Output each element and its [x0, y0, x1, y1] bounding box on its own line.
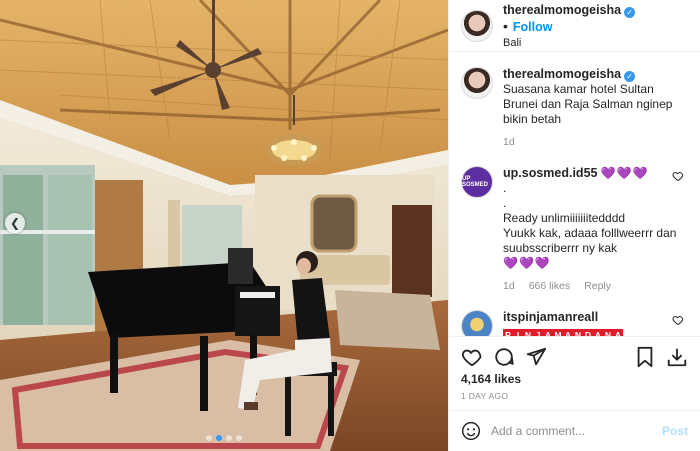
- carousel-dot: [236, 435, 242, 441]
- commenter-avatar[interactable]: UP SOSMED: [461, 166, 493, 198]
- posted-time[interactable]: 1 DAY AGO: [461, 391, 508, 401]
- comment-line: Yuukk kak, adaaa folllweerrr dan suubssc…: [503, 226, 677, 255]
- follow-button[interactable]: Follow: [513, 20, 553, 34]
- verified-badge-icon: ✓: [624, 6, 636, 18]
- author-avatar[interactable]: [461, 9, 493, 42]
- letter-tile: I: [513, 329, 523, 336]
- letter-tile: A: [593, 329, 603, 336]
- post-header: therealmomogeisha ✓ • Follow Bali: [449, 0, 700, 52]
- letter-tile: N: [523, 329, 533, 336]
- comments-list[interactable]: therealmomogeisha ✓ Suasana kamar hotel S…: [449, 53, 700, 336]
- tile-row: PINJAMANDANA: [503, 327, 678, 336]
- heart-icon[interactable]: [461, 346, 483, 368]
- header-separator: •: [503, 17, 508, 34]
- comment-item: itspinjamanreall PINJAMANDANAONLINENYAKA…: [461, 310, 688, 336]
- carousel-prev-button[interactable]: ❮: [5, 213, 25, 233]
- caption-author-avatar[interactable]: [461, 67, 493, 99]
- paper-plane-icon[interactable]: [525, 346, 547, 368]
- letter-tile: D: [583, 329, 593, 336]
- comment-line: .: [503, 181, 507, 195]
- commenter-username[interactable]: up.sosmed.id55: [503, 166, 597, 180]
- comment-line: 💜💜💜: [600, 166, 649, 180]
- comment-input[interactable]: [491, 424, 662, 438]
- letter-tile: N: [603, 329, 613, 336]
- letter-tile: M: [553, 329, 563, 336]
- letter-tile: A: [563, 329, 573, 336]
- caption-username[interactable]: therealmomogeisha: [503, 67, 621, 81]
- verified-badge-icon: ✓: [624, 71, 636, 82]
- carousel-dot: [226, 435, 232, 441]
- comment-tile-text: PINJAMANDANAONLINENYAKAKCAIRDALAM: [503, 327, 678, 336]
- letter-tile: P: [503, 329, 513, 336]
- commenter-avatar[interactable]: [461, 310, 493, 336]
- post-photo[interactable]: ❮: [0, 0, 448, 451]
- commenter-username[interactable]: itspinjamanreall: [503, 310, 598, 324]
- comment-heart-icon[interactable]: [672, 314, 684, 326]
- caption-timestamp[interactable]: 1d: [503, 135, 678, 150]
- caption-text: Suasana kamar hotel Sultan Brunei dan Ra…: [503, 82, 673, 126]
- hotel-room-photo: [0, 0, 448, 451]
- author-username[interactable]: therealmomogeisha: [503, 3, 621, 17]
- location-link[interactable]: Bali: [503, 35, 688, 51]
- add-comment-bar: Post: [449, 410, 700, 451]
- post-action-bar: [449, 336, 700, 376]
- letter-tile: J: [533, 329, 543, 336]
- comment-meta: 1d 666 likes Reply: [503, 279, 678, 294]
- post-comment-button[interactable]: Post: [662, 424, 688, 438]
- letter-tile: A: [543, 329, 553, 336]
- comment-line: Ready unlimiiiiiiitedddd: [503, 211, 626, 225]
- post-side-panel: therealmomogeisha ✓ • Follow Bali therealm…: [448, 0, 700, 451]
- letter-tile: N: [573, 329, 583, 336]
- chevron-left-icon: ❮: [9, 216, 21, 230]
- carousel-dot-active: [216, 435, 222, 441]
- comment-line: 💜💜💜: [503, 256, 551, 270]
- comment-item: UP SOSMED up.sosmed.id55 💜💜💜 . . Ready u…: [461, 166, 688, 294]
- author-meta: therealmomogeisha ✓ • Follow Bali: [503, 1, 688, 51]
- letter-tile: A: [613, 329, 623, 336]
- reply-button[interactable]: Reply: [584, 279, 611, 294]
- carousel-indicator: [0, 435, 448, 441]
- bookmark-icon[interactable]: [634, 346, 656, 368]
- comment-heart-icon[interactable]: [672, 170, 684, 182]
- comment-line: .: [503, 196, 507, 210]
- likes-count[interactable]: 4,164 likes: [461, 372, 521, 386]
- carousel-dot: [206, 435, 212, 441]
- caption-item: therealmomogeisha ✓ Suasana kamar hotel S…: [461, 67, 688, 150]
- comment-timestamp[interactable]: 1d: [503, 279, 515, 294]
- comment-icon[interactable]: [493, 346, 515, 368]
- comment-likes[interactable]: 666 likes: [529, 279, 570, 294]
- emoji-icon[interactable]: [461, 421, 481, 441]
- download-icon[interactable]: [666, 346, 688, 368]
